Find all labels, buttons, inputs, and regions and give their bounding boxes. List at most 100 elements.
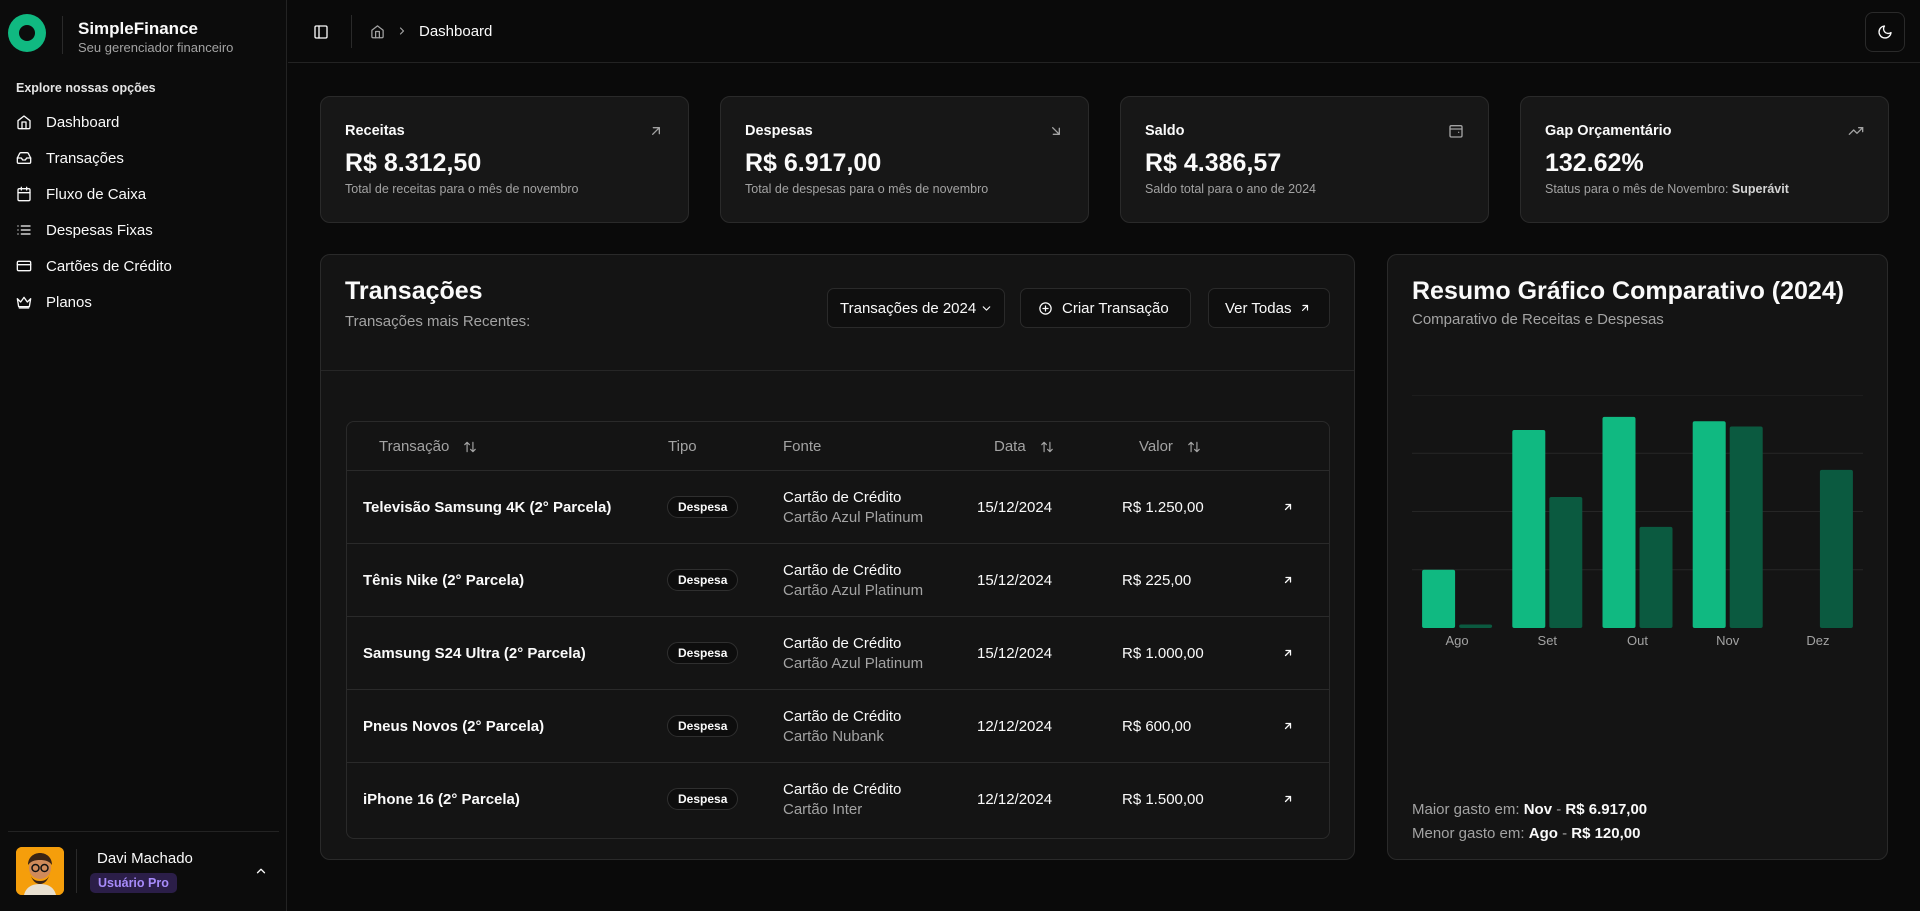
chart-bar-out-series-1[interactable] [1639,526,1673,628]
trending-up-icon [1848,127,1864,135]
stat-title: Despesas [745,123,813,139]
transaction-date: 12/12/2024 [977,718,1053,735]
sort-icon [464,441,477,452]
stat-value: R$ 4.386,57 [1145,149,1282,177]
column-header-tipo: Tipo [668,438,697,455]
chart-bar-out-series-0[interactable] [1602,416,1636,628]
table-row[interactable]: Tênis Nike (2° Parcela) Despesa Cartão d… [347,544,1329,617]
chart-bar-set-series-1[interactable] [1549,496,1583,628]
chart-bar-nov-series-1[interactable] [1729,426,1763,628]
inbox-icon [16,152,32,164]
user-menu[interactable]: Davi Machado Usuário Pro [16,847,274,897]
sidebar-item-label: Despesas Fixas [46,221,153,239]
transactions-panel: Transações Transações mais Recentes: Tra… [320,254,1355,860]
sidebar-item-despesas-fixas[interactable]: Despesas Fixas [8,212,278,248]
sort-icon [1188,441,1200,452]
nav-section-title: Explore nossas opções [16,81,156,95]
create-transaction-label: Criar Transação [1062,299,1169,317]
chart-x-tick-label: Set [1538,633,1558,648]
create-transaction-button[interactable]: Criar Transação [1020,288,1191,328]
column-header-data[interactable]: Data [994,438,1054,455]
chart-bar-nov-series-0[interactable] [1692,421,1726,628]
column-header-valor[interactable]: Valor [1139,438,1201,455]
transaction-card: Cartão Azul Platinum [783,509,924,526]
type-badge: Despesa [667,715,739,737]
sidebar-item-cartoes-de-credito[interactable]: Cartões de Crédito [8,248,278,284]
stat-value: R$ 8.312,50 [345,149,482,177]
sidebar-toggle-icon[interactable] [313,24,329,40]
wallet-icon [1449,125,1463,138]
transaction-name: Pneus Novos (2° Parcela) [363,718,545,735]
sidebar-item-dashboard[interactable]: Dashboard [8,104,278,140]
sidebar-item-fluxo-de-caixa[interactable]: Fluxo de Caixa [8,176,278,212]
transaction-value: R$ 1.250,00 [1122,499,1204,516]
sidebar-item-transacoes[interactable]: Transações [8,140,278,176]
transaction-card: Cartão Azul Platinum [783,655,924,672]
stat-card-despesas: Despesas R$ 6.917,00 Total de despesas p… [720,96,1089,223]
chart-x-tick-label: Dez [1806,633,1829,648]
type-badge: Despesa [667,642,739,664]
view-all-button[interactable]: Ver Todas [1208,288,1330,328]
budget-status: Superávit [1731,182,1789,196]
chart-x-tick-label: Out [1627,633,1648,648]
breadcrumb-home-icon[interactable] [370,24,385,39]
transaction-source: Cartão de Crédito [783,635,902,652]
sidebar-item-planos[interactable]: Planos [8,284,278,320]
sidebar-item-label: Planos [46,293,92,311]
stat-card-gap-orcamentario: Gap Orçamentário 132.62% Status para o m… [1520,96,1889,223]
open-transaction-icon[interactable] [1282,720,1294,732]
table-row[interactable]: iPhone 16 (2° Parcela) Despesa Cartão de… [347,763,1329,836]
min-expense-value: R$ 120,00 [1571,825,1641,842]
transactions-subtitle: Transações mais Recentes: [345,313,531,330]
open-transaction-icon[interactable] [1282,793,1294,805]
chart-bar-set-series-0[interactable] [1512,429,1546,628]
min-expense-month: Ago [1528,825,1558,842]
transaction-source: Cartão de Crédito [783,562,902,579]
max-expense-month: Nov [1523,801,1553,818]
table-row[interactable]: Pneus Novos (2° Parcela) Despesa Cartão … [347,690,1329,763]
theme-toggle-button[interactable] [1865,12,1905,52]
transactions-table: Transação Tipo Fonte Data Valor Televisã… [346,421,1330,839]
type-badge: Despesa [667,569,739,591]
comparison-bar-chart: Ago Set Out Nov Dez [1412,395,1863,648]
sidebar-item-label: Dashboard [46,113,120,131]
transaction-source: Cartão de Crédito [783,489,902,506]
stat-card-saldo: Saldo R$ 4.386,57 Saldo total para o ano… [1120,96,1489,223]
open-transaction-icon[interactable] [1282,574,1294,586]
transaction-value: R$ 225,00 [1122,572,1192,589]
credit-card-icon [16,260,32,272]
chart-bar-ago-series-0[interactable] [1422,569,1456,628]
max-expense-summary: Maior gasto em: Nov - R$ 6.917,00 [1412,801,1648,818]
chevron-down-icon [982,305,991,311]
stat-title: Gap Orçamentário [1545,123,1672,139]
chart-bar-dez-series-1[interactable] [1819,469,1853,628]
brand-logo [8,14,46,52]
list-icon [17,225,31,235]
sidebar: SimpleFinance Seu gerenciador financeiro… [0,0,287,911]
year-filter-select[interactable]: Transações de 2024 [827,288,1005,328]
transaction-name: Tênis Nike (2° Parcela) [363,572,525,589]
calendar-icon [17,186,31,202]
type-badge: Despesa [667,788,739,810]
brand-tagline: Seu gerenciador financeiro [78,40,234,55]
stat-card-receitas: Receitas R$ 8.312,50 Total de receitas p… [320,96,689,223]
transaction-source: Cartão de Crédito [783,708,902,725]
open-transaction-icon[interactable] [1282,647,1294,659]
chart-bar-ago-series-1[interactable] [1459,624,1493,628]
year-filter-label: Transações de 2024 [840,299,977,317]
view-all-label: Ver Todas [1225,299,1292,317]
sidebar-item-label: Cartões de Crédito [46,257,172,275]
max-expense-value: R$ 6.917,00 [1565,801,1648,818]
sidebar-nav: Dashboard Transações Fluxo de Caixa Desp… [8,104,278,320]
stat-description: Status para o mês de Novembro: Superávit [1545,182,1789,196]
transaction-card: Cartão Azul Platinum [783,582,924,599]
chart-subtitle: Comparativo de Receitas e Despesas [1412,311,1664,328]
chart-title: Resumo Gráfico Comparativo (2024) [1412,277,1845,305]
table-row[interactable]: Samsung S24 Ultra (2° Parcela) Despesa C… [347,617,1329,690]
chevron-up-icon[interactable] [254,864,268,878]
brand[interactable]: SimpleFinance Seu gerenciador financeiro [8,14,233,55]
open-transaction-icon[interactable] [1282,501,1294,513]
column-header-transacao[interactable]: Transação [379,438,477,455]
transaction-name: Samsung S24 Ultra (2° Parcela) [363,645,586,662]
table-row[interactable]: Televisão Samsung 4K (2° Parcela) Despes… [347,471,1329,544]
